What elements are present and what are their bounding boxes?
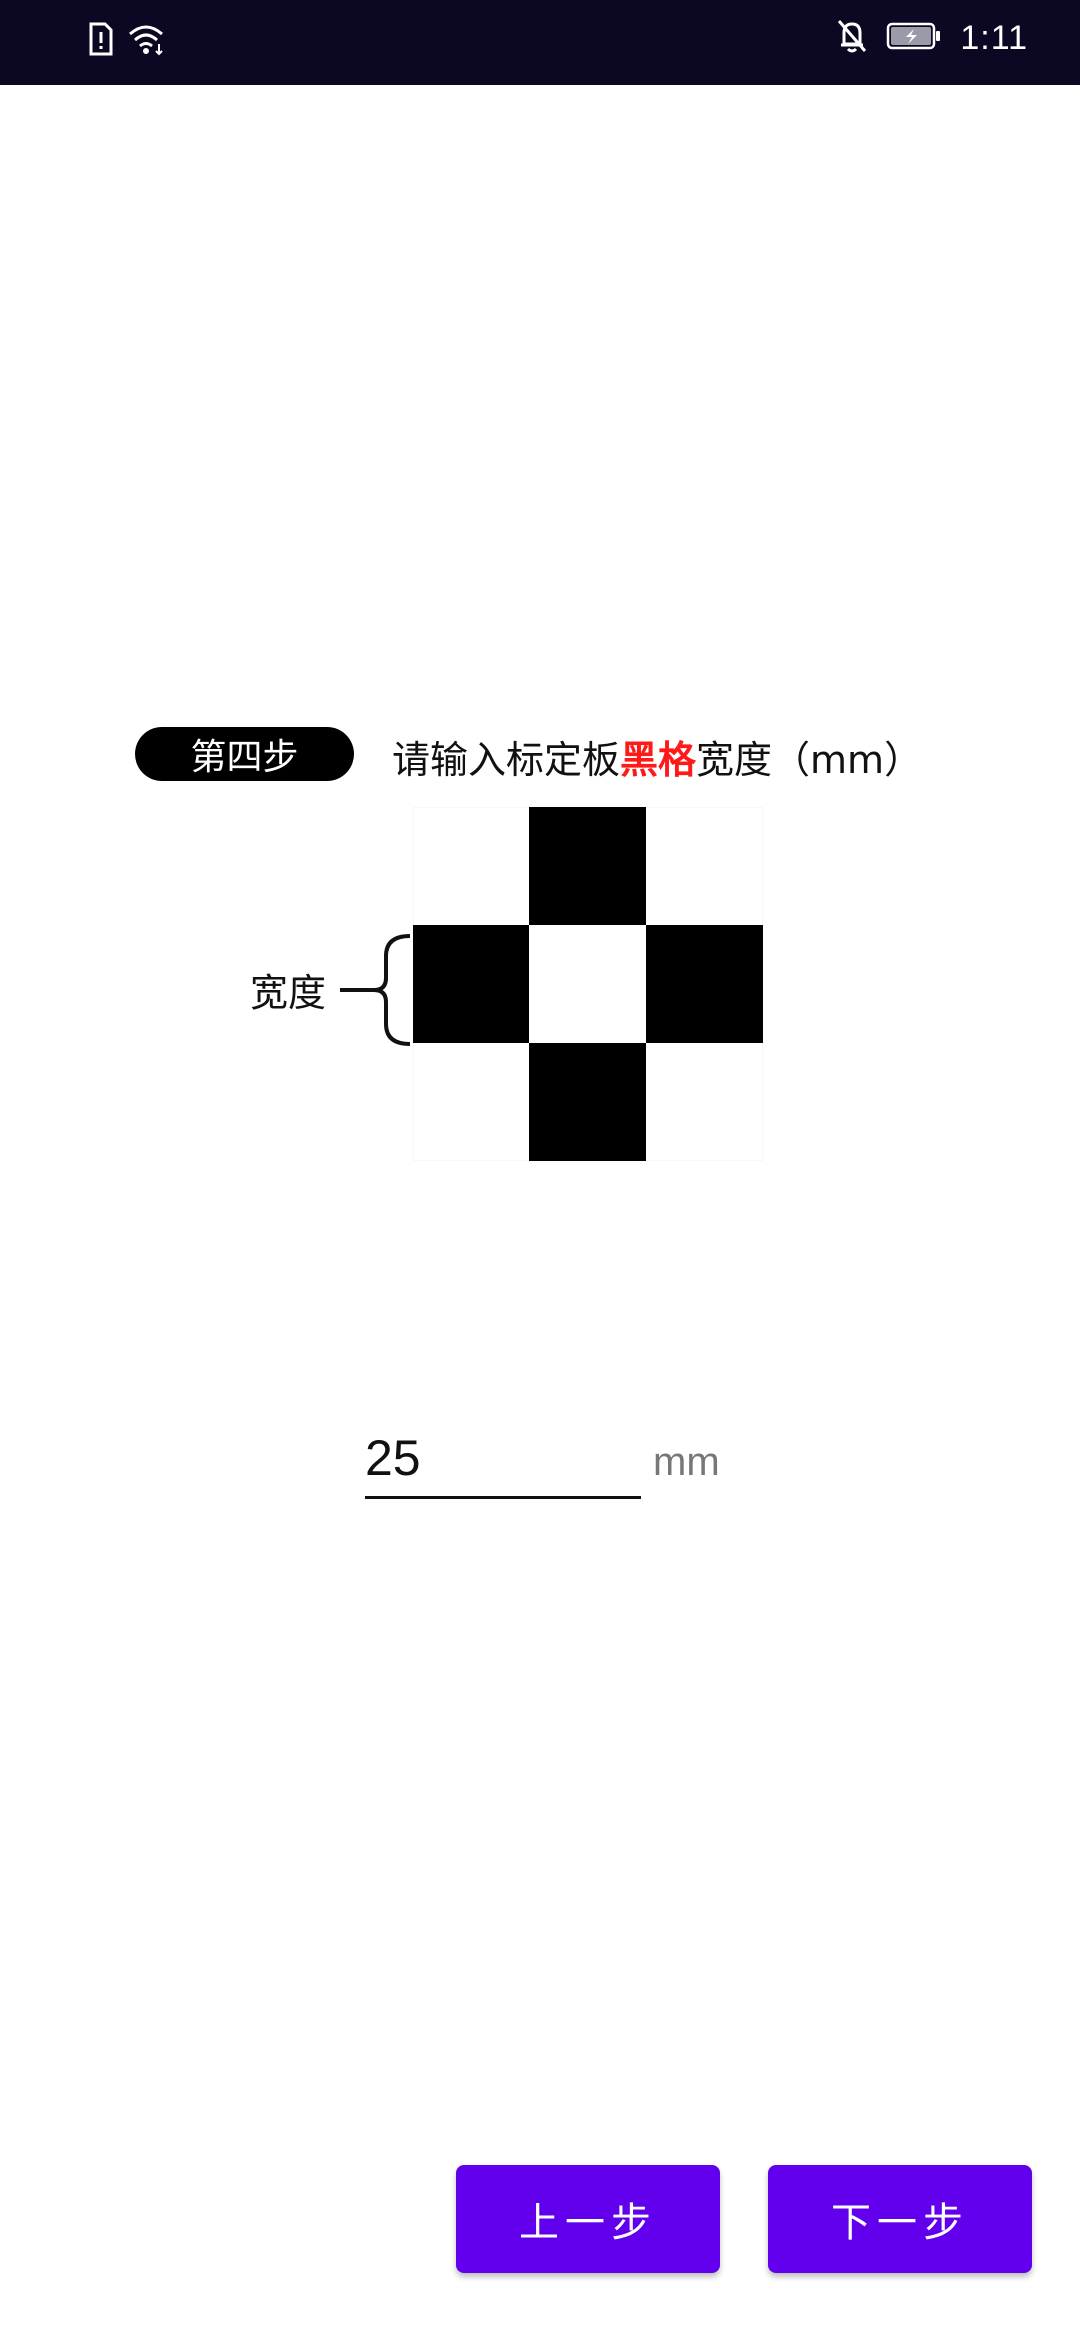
instruction-highlight: 黑格 [620,737,697,782]
status-left [88,22,168,60]
clock: 1:11 [960,18,1028,57]
status-bar: 1:11 [0,0,1080,85]
instruction-prefix: 请输入标定板 [392,737,621,782]
sim-alert-icon [88,22,114,60]
checkerboard-diagram [413,807,763,1161]
black-square-top [529,807,646,925]
black-square-bottom [529,1043,646,1161]
instruction-suffix: 宽度（mm） [696,737,923,782]
wifi-icon [128,22,168,60]
previous-step-button[interactable]: 上一步 [456,2165,720,2273]
screen: 1:11 第四步 请输入标定板黑格宽度（mm） 宽度 mm 上一步 下一步 [0,0,1080,2340]
width-input-wrapper [365,1420,641,1502]
black-square-left [413,925,529,1043]
instruction-text: 请输入标定板 黑格 宽度（mm） [392,729,922,783]
width-input[interactable] [365,1420,641,1499]
step-badge: 第四步 [135,727,354,781]
brace-icon [340,934,411,1046]
width-label: 宽度 [250,971,327,1015]
battery-charging-icon [886,21,942,55]
black-square-right [646,925,763,1043]
status-right: 1:11 [836,18,1028,58]
next-step-button[interactable]: 下一步 [768,2165,1032,2273]
notifications-off-icon [836,18,868,58]
unit-label: mm [653,1440,720,1484]
